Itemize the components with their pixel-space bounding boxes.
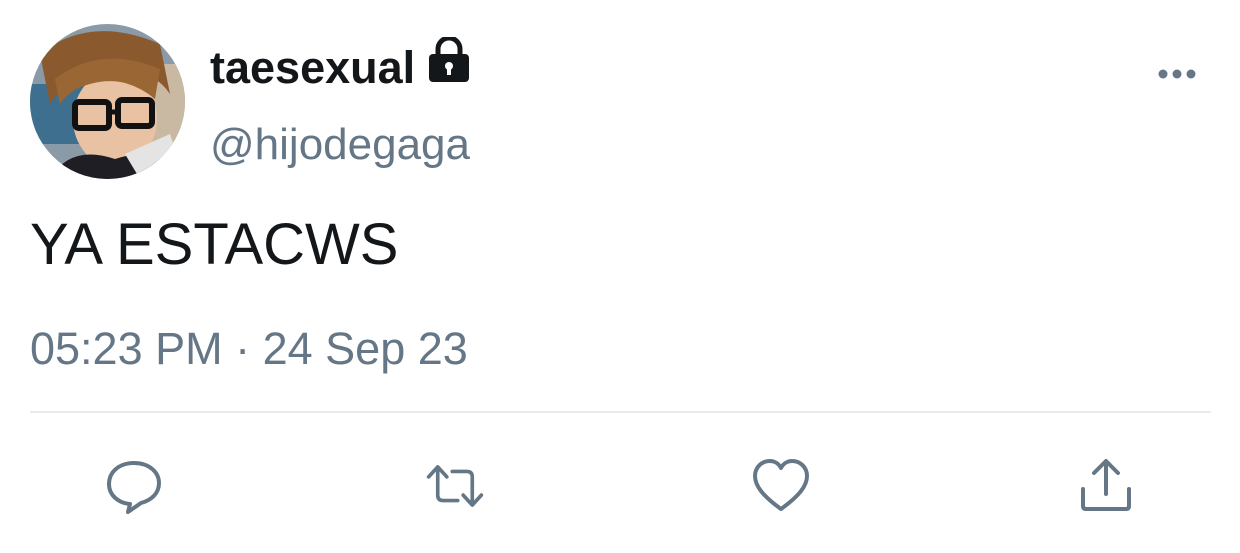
lock-icon [427,35,471,98]
like-button[interactable] [751,456,811,516]
display-name[interactable]: taesexual [210,38,415,98]
more-horizontal-icon[interactable] [1156,62,1198,91]
tweet-text: YA ESTACWS [30,212,399,277]
reply-button[interactable] [104,456,164,516]
share-button[interactable] [1076,456,1136,516]
avatar[interactable] [30,24,185,179]
handle[interactable]: @hijodegaga [210,117,470,173]
author-name-row[interactable]: taesexual [210,35,471,98]
share-icon [1081,459,1131,511]
retweet-icon [426,465,484,507]
heart-icon [753,459,809,511]
timestamp[interactable]: 05:23 PM · 24 Sep 23 [30,320,468,378]
divider [30,411,1211,413]
reply-icon [107,461,161,514]
retweet-button[interactable] [425,456,485,516]
avatar-photo [30,24,185,179]
